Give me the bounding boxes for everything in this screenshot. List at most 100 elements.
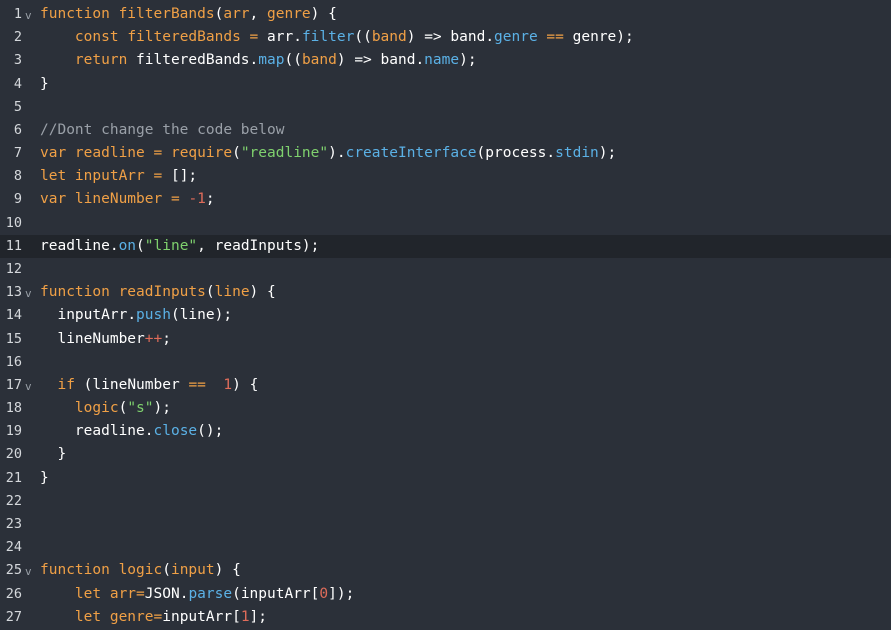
fold-chevron-icon[interactable]: v <box>25 282 32 305</box>
code-token: function <box>40 284 119 301</box>
code-line[interactable]: 2 const filteredBands = arr.filter((band… <box>0 26 891 49</box>
line-number: 15 <box>5 330 22 347</box>
line-number: 25 <box>5 562 22 579</box>
code-line[interactable]: 18 logic("s"); <box>0 397 891 420</box>
line-number: 20 <box>5 446 22 463</box>
line-number: 23 <box>5 515 22 532</box>
fold-chevron-icon[interactable]: v <box>25 4 32 27</box>
code-token: genre <box>267 6 311 22</box>
line-number: 13 <box>5 284 22 301</box>
line-code: logic("s"); <box>40 397 171 420</box>
code-line[interactable]: 10 <box>0 212 891 235</box>
line-number: 24 <box>5 539 22 556</box>
line-code: let genre=inputArr[1]; <box>40 606 267 629</box>
line-number: 6 <box>13 121 22 138</box>
code-token: . <box>415 52 425 69</box>
code-token: filter <box>301 29 355 46</box>
code-token: (); <box>197 423 224 440</box>
code-line[interactable]: 23 <box>0 513 891 536</box>
code-token: let <box>40 168 75 185</box>
code-editor[interactable]: 1 v function filterBands(arr, genre) {2 co… <box>0 0 891 630</box>
code-line[interactable]: 22 <box>0 490 891 513</box>
line-code: return filteredBands.map((band) => band.… <box>40 49 477 72</box>
code-line[interactable]: 5 <box>0 96 891 119</box>
code-token: lineNumber <box>74 191 163 208</box>
code-token: . <box>144 423 154 440</box>
code-token: arr <box>267 29 294 46</box>
code-token: lineNumber <box>40 330 145 347</box>
line-code: function logic(input) { <box>40 559 241 582</box>
code-line[interactable]: 12 <box>0 258 891 281</box>
line-code: } <box>40 443 66 466</box>
code-line[interactable]: 1 v function filterBands(arr, genre) { <box>0 3 891 26</box>
code-token: = <box>153 608 163 625</box>
code-line[interactable]: 25 v function logic(input) { <box>0 559 891 582</box>
code-token: band <box>450 29 486 46</box>
code-token: band <box>371 29 407 46</box>
code-token: []; <box>170 168 198 185</box>
line-number: 22 <box>5 492 22 509</box>
code-token: ) => <box>336 52 381 69</box>
code-token: inputArr <box>40 307 128 324</box>
code-line[interactable]: 21} <box>0 467 891 490</box>
code-token: band <box>380 52 416 69</box>
code-token: . <box>293 29 302 46</box>
code-token: genre <box>109 608 154 625</box>
code-line[interactable]: 3 return filteredBands.map((band) => ban… <box>0 49 891 72</box>
line-number: 11 <box>5 237 22 254</box>
code-line[interactable]: 26 let arr=JSON.parse(inputArr[0]); <box>0 583 891 606</box>
line-code: function filterBands(arr, genre) { <box>40 3 337 26</box>
line-number: 8 <box>13 168 22 185</box>
code-token: push <box>136 307 171 324</box>
code-token: on <box>118 237 137 254</box>
code-line[interactable]: 24 <box>0 536 891 559</box>
code-line[interactable]: 14 inputArr.push(line); <box>0 304 891 327</box>
code-token: . <box>127 307 137 324</box>
code-token: ( <box>232 145 241 162</box>
code-token: var <box>40 191 75 208</box>
code-line[interactable]: 27 let genre=inputArr[1]; <box>0 606 891 629</box>
code-token: = <box>162 191 189 208</box>
code-token: arr <box>223 6 250 22</box>
code-line[interactable]: 4} <box>0 73 891 96</box>
code-line[interactable]: 16 <box>0 351 891 374</box>
line-number: 7 <box>13 145 22 162</box>
code-line[interactable]: 17 v if (lineNumber == 1) { <box>0 374 891 397</box>
code-token: ). <box>328 145 346 162</box>
code-token: ]; <box>249 608 268 625</box>
code-token: ); <box>459 52 477 69</box>
line-code: if (lineNumber == 1) { <box>40 374 258 397</box>
code-token: parse <box>188 585 233 602</box>
code-token: arr <box>109 585 137 602</box>
code-token: 1 <box>223 376 233 393</box>
fold-chevron-icon[interactable]: v <box>25 560 32 583</box>
code-token: filteredBands <box>127 29 241 46</box>
code-token: 0 <box>319 585 329 602</box>
line-code: let inputArr = []; <box>40 165 197 188</box>
code-line[interactable]: 7 var readline = require("readline").crea… <box>0 142 891 165</box>
code-token: genre <box>572 29 617 46</box>
line-number: 9 <box>13 191 22 208</box>
line-code: var lineNumber = -1; <box>40 188 215 211</box>
line-number: 26 <box>5 585 22 602</box>
line-number: 16 <box>5 353 22 370</box>
code-token: , <box>249 6 268 22</box>
code-line[interactable]: 11 readline.on("line", readInputs); <box>0 234 891 258</box>
code-line[interactable]: 9 var lineNumber = -1; <box>0 188 891 211</box>
code-line[interactable]: 13 v function readInputs(line) { <box>0 281 891 304</box>
code-token: band <box>301 52 337 69</box>
code-line[interactable]: 20 } <box>0 443 891 466</box>
code-token: } <box>40 469 49 486</box>
line-code: } <box>40 467 49 490</box>
code-line[interactable]: 19 readline.close(); <box>0 420 891 443</box>
code-token: const <box>74 29 128 46</box>
fold-chevron-icon[interactable]: v <box>25 375 32 398</box>
code-line[interactable]: 8 let inputArr = []; <box>0 165 891 188</box>
code-token: ) { <box>214 562 241 579</box>
code-token: ) { <box>310 6 337 22</box>
code-line[interactable]: 15 lineNumber++; <box>0 328 891 351</box>
code-line[interactable]: 6 //Dont change the code below <box>0 119 891 142</box>
